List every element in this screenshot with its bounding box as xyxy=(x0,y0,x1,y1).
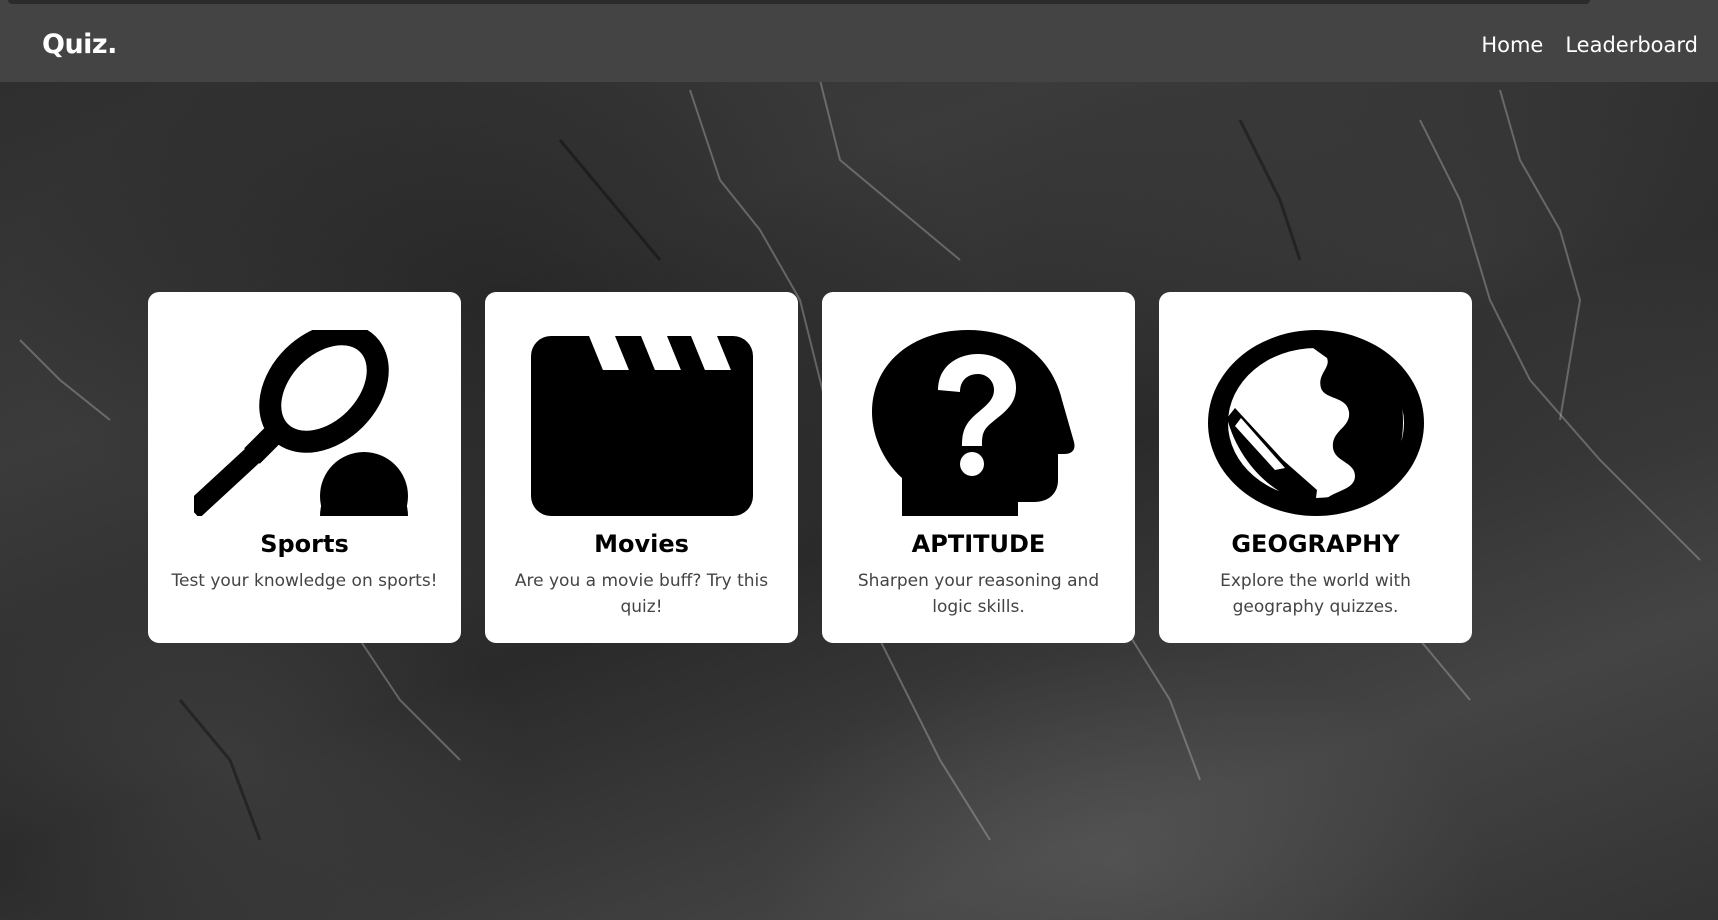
nav-links: Home Leaderboard xyxy=(1481,33,1698,57)
card-description: Sharpen your reasoning and logic skills. xyxy=(857,571,1100,617)
card-title: Sports xyxy=(260,530,349,558)
clapperboard-icon xyxy=(531,330,753,516)
nav-leaderboard-link[interactable]: Leaderboard xyxy=(1565,33,1698,57)
tennis-icon xyxy=(194,330,416,516)
browser-top-strip xyxy=(0,0,1718,11)
category-cards: Sports Test your knowledge on sports! Mo… xyxy=(148,292,1472,643)
card-description: Are you a movie buff? Try this quiz! xyxy=(514,571,769,617)
navbar: Quiz. Home Leaderboard xyxy=(0,11,1718,82)
brand-logo[interactable]: Quiz. xyxy=(42,29,117,60)
card-description: Explore the world with geography quizzes… xyxy=(1220,571,1411,617)
card-title: APTITUDE xyxy=(911,530,1046,558)
card-description: Test your knowledge on sports! xyxy=(171,571,438,591)
scroll-indicator xyxy=(8,0,1590,4)
card-title: Movies xyxy=(594,530,689,558)
globe-icon xyxy=(1205,330,1427,516)
category-card-sports[interactable]: Sports Test your knowledge on sports! xyxy=(148,292,461,643)
card-title: GEOGRAPHY xyxy=(1231,530,1400,558)
category-card-geography[interactable]: GEOGRAPHY Explore the world with geograp… xyxy=(1159,292,1472,643)
nav-home-link[interactable]: Home xyxy=(1481,33,1543,57)
head-question-icon xyxy=(868,330,1090,516)
category-card-movies[interactable]: Movies Are you a movie buff? Try this qu… xyxy=(485,292,798,643)
category-card-aptitude[interactable]: APTITUDE Sharpen your reasoning and logi… xyxy=(822,292,1135,643)
